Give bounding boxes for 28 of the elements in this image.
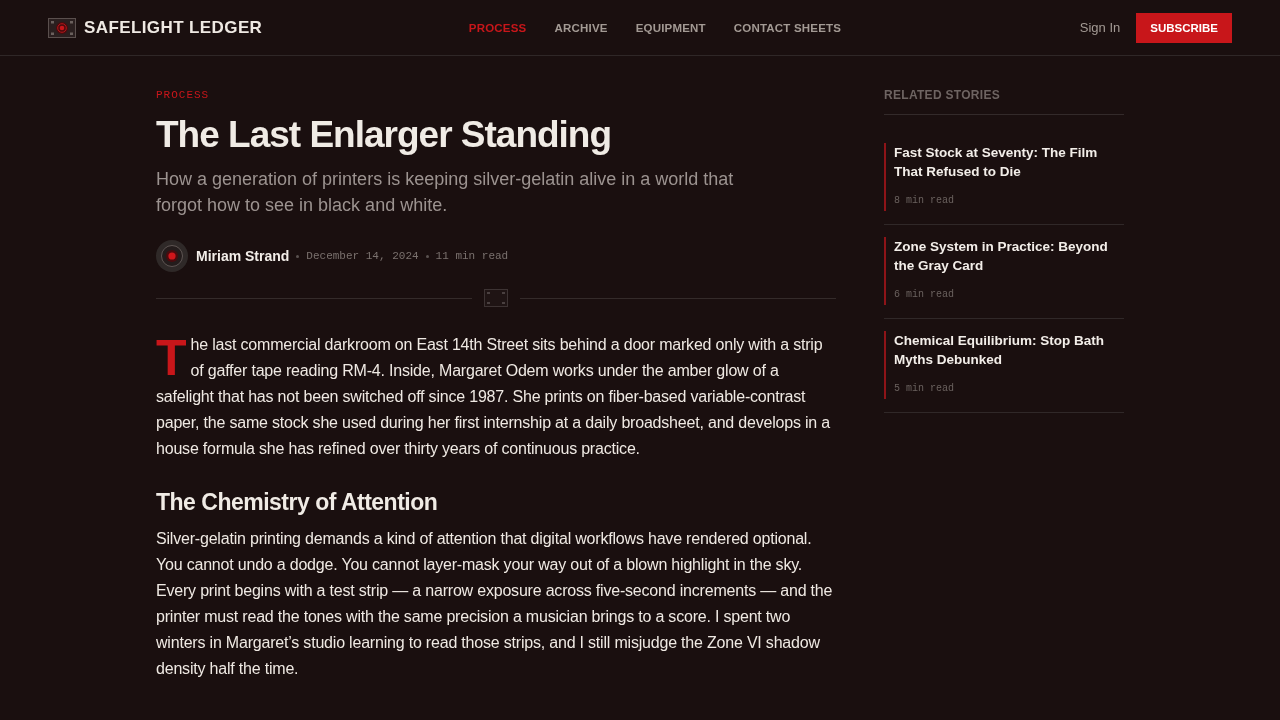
sidebar-heading: RELATED STORIES xyxy=(884,88,1124,115)
story-title[interactable]: Fast Stock at Seventy: The Film That Refused to Die xyxy=(894,143,1124,181)
avatar-icon xyxy=(156,240,188,272)
body-paragraph: Silver-gelatin printing demands a kind of attention that digital workflows have rendered optional. You cannot undo a dodge. You cannot layer-mask your way out of a blown highlight in the sky. Every print begins with a test strip — a narrow exposure across five-second increments — and the printer must read the tones with the same precision a musician brings to a score. I spent two winters in Margaret’s studio learning to read those strips, and I still misjudge the Zone VI shadow density half the time. xyxy=(156,529,834,679)
bullet-icon xyxy=(296,254,300,258)
film-frame-logo-icon xyxy=(48,17,76,38)
site-logo-text[interactable]: SAFELIGHT LEDGER xyxy=(84,17,263,38)
author-name[interactable]: Miriam Strand xyxy=(196,248,290,264)
related-story-card[interactable]: Fast Stock at Seventy: The Film That Refused to Die 8 min read xyxy=(884,143,1124,211)
article-title: The Last Enlarger Standing xyxy=(156,113,612,157)
nav-link[interactable]: ARCHIVE xyxy=(554,21,608,34)
story-read-time: 8 min read xyxy=(894,194,955,208)
film-frame-icon xyxy=(484,289,508,307)
bullet-icon xyxy=(425,254,429,258)
read-time: 11 min read xyxy=(435,250,509,262)
story-title[interactable]: Chemical Equilibrium: Stop Bath Myths Debunked xyxy=(894,331,1124,369)
story-read-time: 6 min read xyxy=(894,288,955,302)
article-subtitle: How a generation of printers is keeping silver-gelatin alive in a world that forgot how to see in black and white. xyxy=(156,168,735,217)
section-heading: The Chemistry of Attention xyxy=(156,488,439,517)
story-read-time: 5 min read xyxy=(894,382,955,396)
sign-in-link[interactable]: Sign In xyxy=(1079,20,1121,35)
story-title[interactable]: Zone System in Practice: Beyond the Gray Card xyxy=(894,237,1124,275)
nav-link[interactable]: CONTACT SHEETS xyxy=(733,21,842,34)
related-story-card[interactable]: Chemical Equilibrium: Stop Bath Myths Debunked 5 min read xyxy=(884,331,1124,399)
related-story-card[interactable]: Zone System in Practice: Beyond the Gray Card 6 min read xyxy=(884,237,1124,305)
subscribe-button[interactable]: SUBSCRIBE xyxy=(1136,12,1232,43)
nav-link[interactable]: EQUIPMENT xyxy=(635,21,706,34)
publish-date: December 14, 2024 xyxy=(306,250,419,262)
